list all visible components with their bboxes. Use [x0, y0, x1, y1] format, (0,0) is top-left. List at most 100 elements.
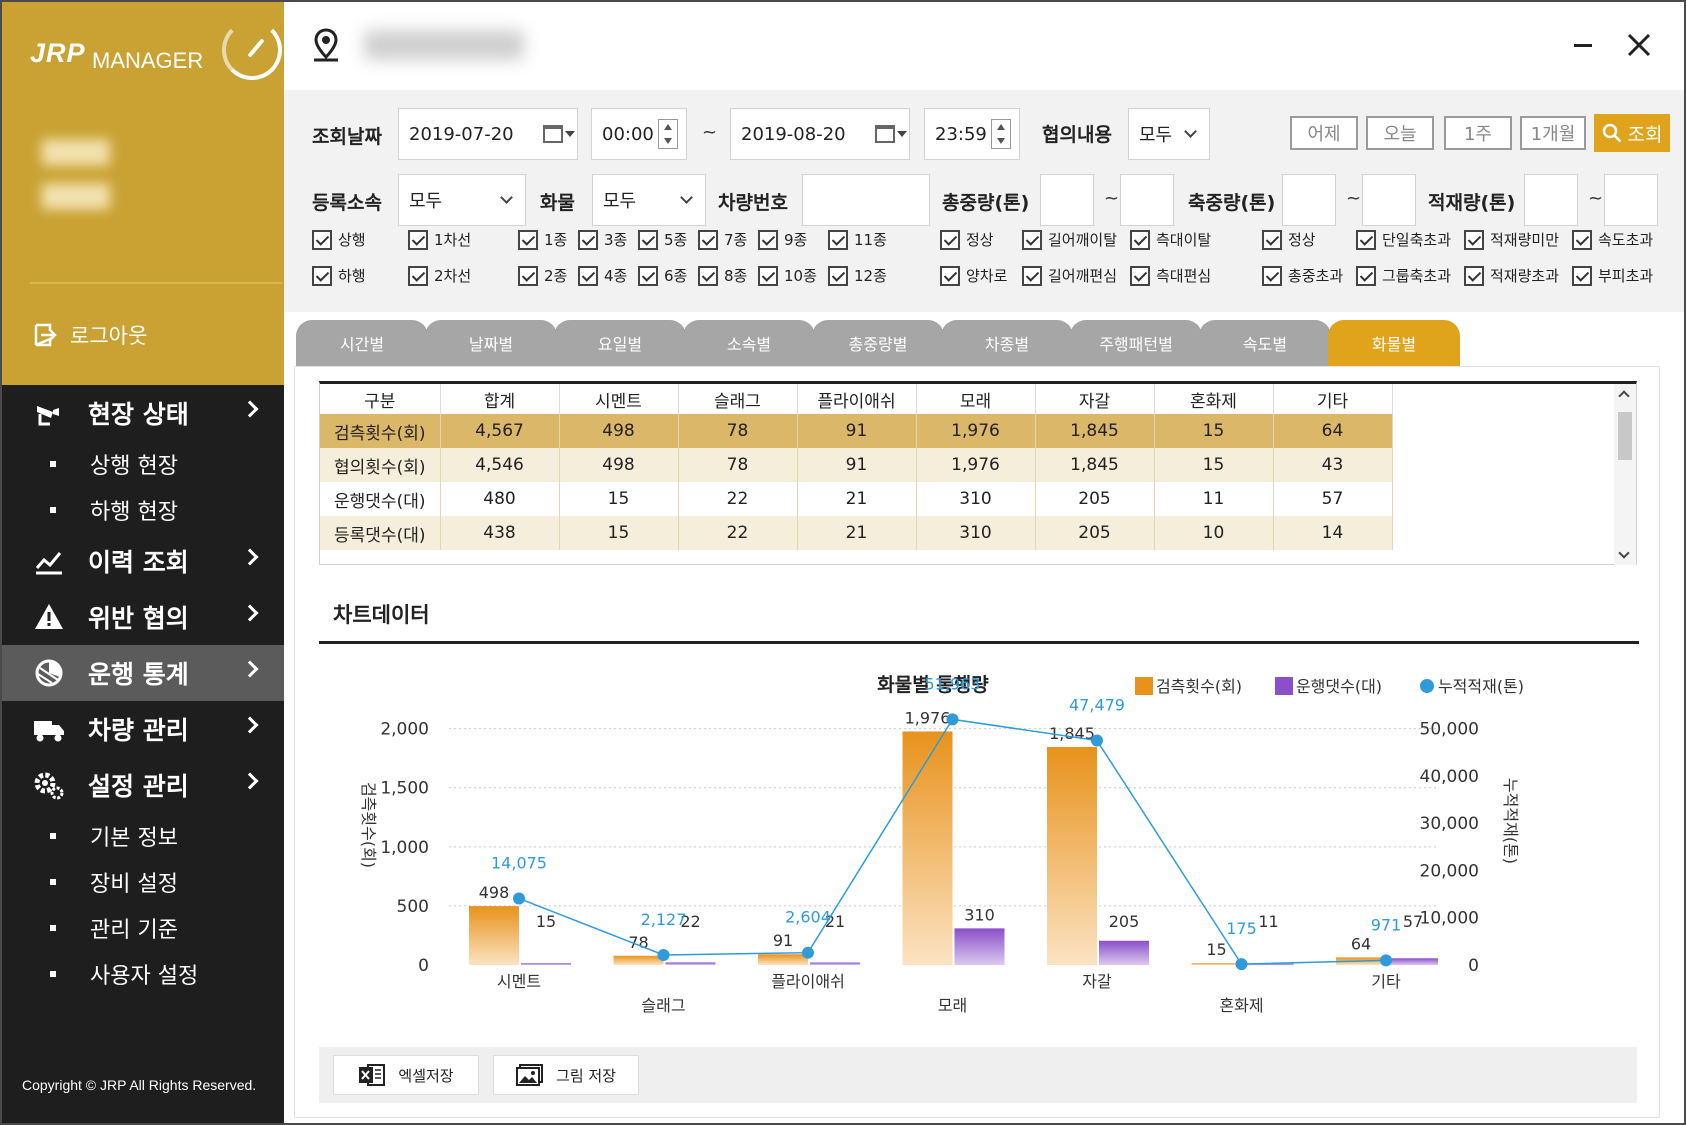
consult-select[interactable]: 모두: [1128, 108, 1210, 160]
checkbox-checked-icon[interactable]: [1262, 265, 1282, 286]
submenu-down-site[interactable]: 하행 현장: [2, 487, 284, 533]
axle-weight-max-input[interactable]: [1362, 174, 1416, 226]
table-row[interactable]: 운행댓수(대) 480 15 22 21 310 205 11 57: [320, 482, 1393, 516]
menu-site-status[interactable]: 현장 상태: [2, 385, 284, 441]
checkbox-vehicle-type[interactable]: 5종: [638, 229, 687, 250]
start-date-input[interactable]: 2019-07-20: [398, 108, 578, 160]
checkbox-checked-icon[interactable]: [698, 265, 718, 286]
tab-item[interactable]: 총중량별: [812, 320, 944, 366]
scroll-up-icon[interactable]: [1618, 390, 1630, 402]
checkbox-checked-icon[interactable]: [312, 265, 332, 286]
checkbox-weight-status[interactable]: 속도초과: [1572, 229, 1653, 250]
submenu-up-site[interactable]: 상행 현장: [2, 441, 284, 487]
checkbox-checked-icon[interactable]: [518, 265, 538, 286]
table-row[interactable]: 등록댓수(대) 438 15 22 21 310 205 10 14: [320, 516, 1393, 550]
axle-weight-min-input[interactable]: [1282, 174, 1336, 226]
checkbox-up[interactable]: 상행: [312, 229, 366, 250]
checkbox-checked-icon[interactable]: [1130, 229, 1150, 250]
checkbox-weight-status[interactable]: 적재량미만: [1464, 229, 1559, 250]
yesterday-button[interactable]: 어제: [1290, 116, 1358, 150]
checkbox-vehicle-type[interactable]: 6종: [638, 265, 687, 286]
today-button[interactable]: 오늘: [1366, 116, 1434, 150]
checkbox-lane-2[interactable]: 2차선: [408, 265, 471, 286]
plate-input[interactable]: [802, 174, 930, 226]
checkbox-checked-icon[interactable]: [1464, 265, 1484, 286]
tab-item[interactable]: 속도별: [1199, 320, 1331, 366]
checkbox-checked-icon[interactable]: [408, 265, 428, 286]
end-date-input[interactable]: 2019-08-20: [730, 108, 910, 160]
menu-statistics[interactable]: 운행 통계: [2, 645, 284, 701]
load-max-input[interactable]: [1604, 174, 1658, 226]
checkbox-checked-icon[interactable]: [1130, 265, 1150, 286]
calendar-icon[interactable]: [543, 125, 563, 143]
tab-item[interactable]: 주행패턴별: [1070, 320, 1202, 366]
checkbox-checked-icon[interactable]: [940, 229, 960, 250]
checkbox-checked-icon[interactable]: [1022, 229, 1042, 250]
checkbox-weight-status[interactable]: 그룹축초과: [1356, 265, 1451, 286]
close-button[interactable]: [1624, 30, 1654, 60]
checkbox-checked-icon[interactable]: [1464, 229, 1484, 250]
submenu-device-settings[interactable]: 장비 설정: [2, 859, 284, 905]
load-min-input[interactable]: [1524, 174, 1578, 226]
checkbox-checked-icon[interactable]: [638, 265, 658, 286]
table-row[interactable]: 검측횟수(회) 4,567 498 78 91 1,976 1,845 15 64: [320, 414, 1393, 448]
checkbox-checked-icon[interactable]: [1262, 229, 1282, 250]
menu-violation[interactable]: 위반 협의: [2, 589, 284, 645]
submenu-user-settings[interactable]: 사용자 설정: [2, 951, 284, 997]
checkbox-driving-pattern[interactable]: 길어깨이탈: [1022, 229, 1117, 250]
checkbox-vehicle-type[interactable]: 10종: [758, 265, 817, 286]
calendar-icon[interactable]: [875, 125, 895, 143]
scroll-thumb[interactable]: [1618, 412, 1632, 460]
tab-item[interactable]: 차종별: [941, 320, 1073, 366]
submenu-basic-info[interactable]: 기본 정보: [2, 813, 284, 859]
checkbox-checked-icon[interactable]: [518, 229, 538, 250]
checkbox-checked-icon[interactable]: [312, 229, 332, 250]
checkbox-checked-icon[interactable]: [638, 229, 658, 250]
org-select[interactable]: 모두: [398, 174, 526, 226]
checkbox-checked-icon[interactable]: [940, 265, 960, 286]
total-weight-min-input[interactable]: [1040, 174, 1094, 226]
menu-vehicle[interactable]: 차량 관리: [2, 701, 284, 757]
checkbox-checked-icon[interactable]: [578, 229, 598, 250]
checkbox-driving-pattern[interactable]: 정상: [940, 229, 994, 250]
checkbox-vehicle-type[interactable]: 12종: [828, 265, 887, 286]
checkbox-weight-status[interactable]: 단일축초과: [1356, 229, 1451, 250]
end-time-input[interactable]: 23:59: [924, 108, 1020, 160]
menu-history[interactable]: 이력 조회: [2, 533, 284, 589]
checkbox-checked-icon[interactable]: [698, 229, 718, 250]
checkbox-checked-icon[interactable]: [1572, 229, 1592, 250]
tab-item[interactable]: 소속별: [683, 320, 815, 366]
tab-item[interactable]: 시간별: [296, 320, 428, 366]
checkbox-vehicle-type[interactable]: 1종: [518, 229, 567, 250]
image-save-button[interactable]: 그림 저장: [493, 1055, 639, 1095]
minimize-button[interactable]: [1574, 44, 1592, 47]
checkbox-driving-pattern[interactable]: 측대편심: [1130, 265, 1211, 286]
excel-save-button[interactable]: 엑셀저장: [333, 1055, 479, 1095]
time-spinner-icon[interactable]: [991, 119, 1011, 149]
checkbox-weight-status[interactable]: 적재량초과: [1464, 265, 1559, 286]
table-row[interactable]: 협의횟수(회) 4,546 498 78 91 1,976 1,845 15 43: [320, 448, 1393, 482]
checkbox-driving-pattern[interactable]: 길어깨편심: [1022, 265, 1117, 286]
checkbox-vehicle-type[interactable]: 3종: [578, 229, 627, 250]
search-button[interactable]: 조회: [1594, 114, 1670, 152]
checkbox-checked-icon[interactable]: [828, 229, 848, 250]
scroll-down-icon[interactable]: [1618, 547, 1630, 559]
checkbox-driving-pattern[interactable]: 측대이탈: [1130, 229, 1211, 250]
table-scrollbar[interactable]: [1614, 384, 1636, 565]
checkbox-checked-icon[interactable]: [578, 265, 598, 286]
checkbox-vehicle-type[interactable]: 8종: [698, 265, 747, 286]
tab-item[interactable]: 화물별: [1328, 320, 1460, 366]
checkbox-checked-icon[interactable]: [758, 229, 778, 250]
one-week-button[interactable]: 1주: [1444, 116, 1512, 150]
start-time-input[interactable]: 00:00: [591, 108, 687, 160]
checkbox-checked-icon[interactable]: [758, 265, 778, 286]
checkbox-weight-status[interactable]: 부피초과: [1572, 265, 1653, 286]
tab-item[interactable]: 요일별: [554, 320, 686, 366]
checkbox-checked-icon[interactable]: [408, 229, 428, 250]
logout-button[interactable]: 로그아웃: [32, 320, 147, 350]
checkbox-vehicle-type[interactable]: 7종: [698, 229, 747, 250]
checkbox-down[interactable]: 하행: [312, 265, 366, 286]
checkbox-vehicle-type[interactable]: 11종: [828, 229, 887, 250]
checkbox-vehicle-type[interactable]: 4종: [578, 265, 627, 286]
tab-item[interactable]: 날짜별: [425, 320, 557, 366]
